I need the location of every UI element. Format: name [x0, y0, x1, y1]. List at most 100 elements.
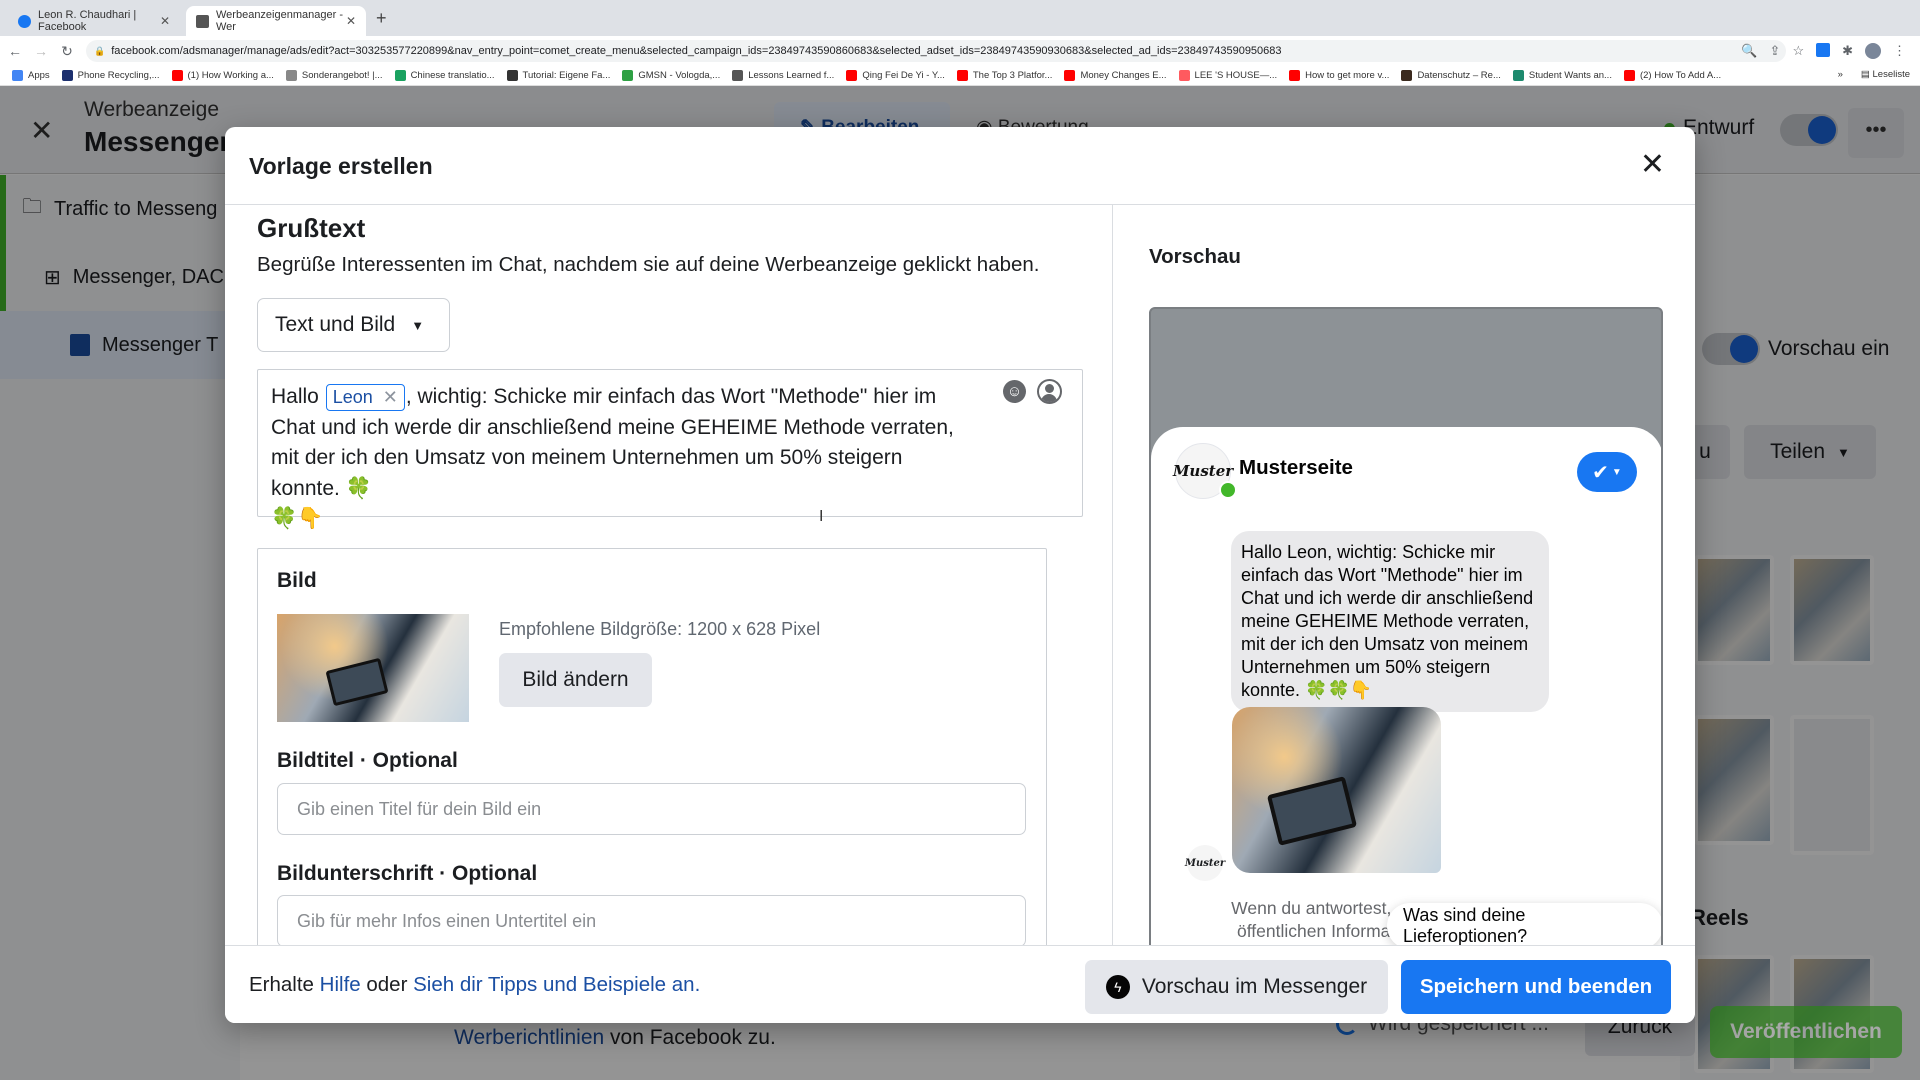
- url-input[interactable]: 🔒 facebook.com/adsmanager/manage/ads/edi…: [86, 40, 1786, 62]
- help-mid: oder: [360, 973, 414, 996]
- bookmark-favicon-icon: [1512, 70, 1524, 81]
- close-dialog-icon[interactable]: ✕: [1640, 147, 1665, 182]
- share-icon[interactable]: ⇪: [1770, 43, 1781, 59]
- remove-token-icon[interactable]: ✕: [383, 387, 398, 407]
- page-avatar-small: Muster: [1185, 845, 1225, 881]
- new-tab-button[interactable]: +: [376, 8, 387, 29]
- bookmark-item[interactable]: (2) How To Add A...: [1623, 70, 1722, 81]
- bookmark-item[interactable]: Lessons Learned f...: [732, 70, 834, 81]
- help-prefix: Erhalte: [249, 973, 320, 996]
- browser-menu-icon[interactable]: ⋮: [1893, 43, 1906, 59]
- bookmark-favicon-icon: [1401, 70, 1413, 81]
- image-section: Bild Empfohlene Bildgröße: 1200 x 628 Pi…: [257, 548, 1047, 945]
- address-bar: ← → ↻ 🔒 facebook.com/adsmanager/manage/a…: [0, 36, 1920, 66]
- preview-in-messenger-button[interactable]: ϟ Vorschau im Messenger: [1085, 960, 1388, 1014]
- preview-tablet-shape: [1266, 776, 1358, 846]
- messenger-preview: Vorschau Muster Musterseite ✔ ▼ Hallo Leo…: [1113, 205, 1695, 967]
- bookmarks-right: » ▤ Leseliste: [1838, 69, 1910, 80]
- format-dropdown[interactable]: Text und Bild ▼: [257, 298, 450, 352]
- save-and-close-button[interactable]: Speichern und beenden: [1401, 960, 1671, 1014]
- image-caption-input[interactable]: [277, 895, 1026, 945]
- bookmark-item[interactable]: Tutorial: Eigene Fa...: [506, 70, 610, 81]
- publish-button[interactable]: Veröffentlichen: [1710, 1006, 1902, 1058]
- bookmark-favicon-icon: [1289, 70, 1301, 81]
- browser-tab-adsmanager[interactable]: Werbeanzeigenmanager - Wer ✕: [186, 6, 366, 36]
- quick-reply-question[interactable]: Was sind deine Lieferoptionen?: [1387, 903, 1661, 949]
- bookmark-item[interactable]: Qing Fei De Yi - Y...: [846, 70, 945, 81]
- close-tab-icon[interactable]: ✕: [346, 14, 356, 28]
- text-cursor-icon: I: [819, 508, 824, 525]
- back-arrow-icon[interactable]: ←: [4, 43, 26, 59]
- bookmark-label: Phone Recycling,...: [77, 70, 160, 81]
- bookmark-item[interactable]: Sonderangebot! |...: [285, 70, 383, 81]
- label-text: Bildunterschrift: [277, 862, 434, 885]
- personalize-icon[interactable]: [1037, 379, 1062, 404]
- profile-avatar[interactable]: [1865, 43, 1881, 59]
- bookmark-label: Datenschutz – Re...: [1417, 70, 1501, 81]
- bookmark-item[interactable]: Student Wants an...: [1512, 70, 1612, 81]
- image-title-label: Bildtitel · Optional: [277, 749, 458, 773]
- optional-suffix: · Optional: [354, 749, 458, 772]
- bookmark-item[interactable]: The Top 3 Platfor...: [956, 70, 1052, 81]
- bookmark-label: Lessons Learned f...: [748, 70, 835, 81]
- extensions-puzzle-icon[interactable]: ✱: [1842, 43, 1853, 59]
- preview-image: [1232, 707, 1441, 873]
- help-link[interactable]: Hilfe: [320, 973, 361, 996]
- bookmark-item[interactable]: Phone Recycling,...: [61, 70, 160, 81]
- done-dropdown-button[interactable]: ✔ ▼: [1577, 452, 1637, 492]
- first-name-token[interactable]: Leon ✕: [325, 384, 405, 411]
- create-template-dialog: Vorlage erstellen ✕ Grußtext Begrüße Int…: [225, 127, 1695, 1023]
- greeting-description: Begrüße Interessenten im Chat, nachdem s…: [257, 253, 1040, 276]
- reading-list-button[interactable]: ▤ Leseliste: [1861, 69, 1910, 80]
- bookmark-label: Money Changes E...: [1080, 70, 1167, 81]
- tab-title: Werbeanzeigenmanager - Wer: [216, 9, 343, 33]
- bookmark-label: (1) How Working a...: [187, 70, 274, 81]
- bookmark-label: (2) How To Add A...: [1639, 70, 1722, 81]
- bookmark-item[interactable]: Money Changes E...: [1064, 70, 1167, 81]
- recommended-size-text: Empfohlene Bildgröße: 1200 x 628 Pixel: [499, 619, 821, 639]
- tips-link[interactable]: Sieh dir Tipps und Beispiele an.: [413, 973, 700, 996]
- bookmark-favicon-icon: [171, 70, 183, 81]
- format-selected-value: Text und Bild: [275, 313, 396, 336]
- caret-down-icon: ▼: [1611, 466, 1622, 478]
- bookmark-favicon-icon: [12, 70, 23, 81]
- checkmark-icon: ✔: [1592, 461, 1609, 484]
- lock-icon: 🔒: [94, 45, 106, 56]
- bookmark-item[interactable]: How to get more v...: [1289, 70, 1389, 81]
- caret-down-icon: ▼: [411, 317, 425, 333]
- preview-heading: Vorschau: [1149, 245, 1241, 268]
- bookmark-label: LEE 'S HOUSE—...: [1194, 70, 1278, 81]
- more-bookmarks-button[interactable]: »: [1838, 69, 1843, 80]
- bookmark-item[interactable]: GMSN - Vologda,...: [622, 70, 720, 81]
- change-image-button[interactable]: Bild ändern: [499, 653, 652, 707]
- messenger-icon: ϟ: [1105, 975, 1130, 999]
- facebook-favicon-icon: [18, 14, 31, 28]
- bookmark-favicon-icon: [285, 70, 297, 81]
- bookmark-label: Qing Fei De Yi - Y...: [862, 70, 945, 81]
- image-title-input[interactable]: [277, 783, 1026, 835]
- bookmark-item[interactable]: Chinese translatio...: [394, 70, 495, 81]
- online-status-icon: [1219, 481, 1237, 499]
- zoom-icon[interactable]: 🔍: [1741, 43, 1757, 59]
- reload-icon[interactable]: ↻: [56, 43, 78, 60]
- star-icon[interactable]: ☆: [1792, 43, 1804, 59]
- facebook-extension-icon[interactable]: [1816, 43, 1831, 57]
- bookmark-favicon-icon: [1064, 70, 1076, 81]
- bookmark-item[interactable]: (1) How Working a...: [171, 70, 274, 81]
- bookmark-item[interactable]: LEE 'S HOUSE—...: [1178, 70, 1278, 81]
- browser-tab-facebook[interactable]: Leon R. Chaudhari | Facebook ✕: [8, 6, 180, 36]
- close-tab-icon[interactable]: ✕: [160, 14, 170, 28]
- emoji-picker-icon[interactable]: ☺: [1003, 380, 1026, 403]
- forward-arrow-icon[interactable]: →: [30, 43, 52, 59]
- image-thumbnail: [277, 614, 469, 722]
- bookmark-item[interactable]: Datenschutz – Re...: [1401, 70, 1501, 81]
- bookmark-item[interactable]: Apps: [12, 70, 50, 81]
- greeting-message-input[interactable]: Hallo Leon ✕, wichtig: Schicke mir einfac…: [257, 369, 1083, 530]
- bookmark-label: Student Wants an...: [1528, 70, 1612, 81]
- dialog-header: Vorlage erstellen ✕: [225, 127, 1695, 205]
- page-name: Musterseite: [1239, 456, 1353, 479]
- person-head: [1045, 384, 1054, 393]
- greeting-heading: Grußtext: [257, 213, 366, 243]
- message-emoji-line: 🍀👇: [271, 507, 324, 530]
- bookmark-favicon-icon: [61, 70, 73, 81]
